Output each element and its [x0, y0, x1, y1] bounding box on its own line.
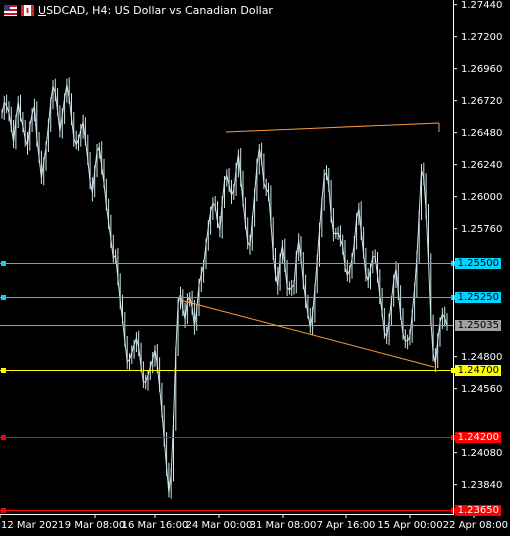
y-tick-label: 1.26240	[461, 160, 502, 171]
x-tick-label: 22 Apr 08:00	[443, 520, 508, 531]
line-handle-left	[1, 508, 6, 513]
y-tick-label: 1.24800	[461, 352, 502, 363]
line-handle-left	[1, 261, 6, 266]
y-tick-label: 1.23840	[461, 480, 502, 491]
x-tick-label: 15 Apr 00:00	[377, 520, 442, 531]
ca-flag-icon	[21, 4, 34, 16]
y-tick-label: 1.26720	[461, 96, 502, 107]
y-tick-label: 1.27440	[461, 0, 502, 11]
x-tick-label: 12 Mar 2021	[1, 520, 64, 531]
price-label: 1.24200	[455, 431, 501, 443]
price-label: 1.25035	[455, 319, 501, 331]
x-tick-label: 9 Mar 08:00	[65, 520, 125, 531]
line-handle-left	[1, 368, 6, 373]
chart-title: USDCAD, H4: US Dollar vs Canadian Dollar	[38, 3, 273, 17]
price-chart[interactable]: 1.27440 1.27200 1.26960 1.26720 1.26480 1.262…	[0, 0, 510, 536]
x-tick-label: 24 Mar 00:00	[186, 520, 253, 531]
resistance-trendline	[225, 122, 440, 133]
chart-title-bar: USDCAD, H4: US Dollar vs Canadian Dollar	[4, 2, 273, 18]
y-tick-label: 1.24560	[461, 384, 502, 395]
y-tick-label: 1.26000	[461, 192, 502, 203]
line-handle-left	[1, 295, 6, 300]
price-label: 1.23650	[455, 504, 501, 516]
y-tick-label: 1.27200	[461, 32, 502, 43]
price-label: 1.25500	[455, 257, 501, 269]
y-tick-label: 1.26480	[461, 128, 502, 139]
x-tick-label: 7 Apr 16:00	[317, 520, 376, 531]
x-tick-label: 16 Mar 16:00	[122, 520, 189, 531]
line-handle-left	[1, 435, 6, 440]
price-label: 1.25250	[455, 291, 501, 303]
us-flag-icon	[4, 4, 17, 16]
y-tick-label: 1.26960	[461, 64, 502, 75]
y-tick-label: 1.24080	[461, 448, 502, 459]
price-label: 1.24700	[455, 364, 501, 376]
y-tick-label: 1.25760	[461, 224, 502, 235]
chart-area[interactable]: 1.27440 1.27200 1.26960 1.26720 1.26480 1.262…	[0, 0, 510, 536]
x-tick-label: 31 Mar 08:00	[250, 520, 317, 531]
